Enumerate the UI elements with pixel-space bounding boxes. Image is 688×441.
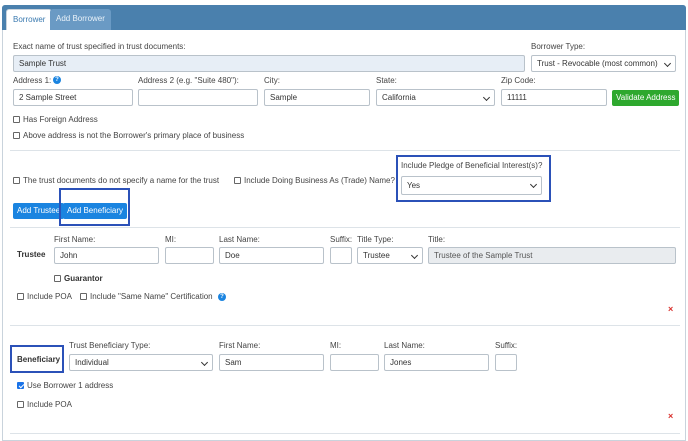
dba-label: Include Doing Business As (Trade) Name?: [244, 176, 395, 185]
address-help-icon[interactable]: ?: [53, 76, 61, 84]
trustee-section-label: Trustee: [17, 250, 46, 259]
trustee-first-name-input[interactable]: John: [54, 247, 159, 264]
borrower-type-select[interactable]: Trust - Revocable (most common): [531, 55, 676, 72]
beneficiary-type-select[interactable]: Individual: [69, 354, 213, 371]
beneficiary-suffix-input[interactable]: [495, 354, 517, 371]
same-name-checkbox[interactable]: [80, 293, 87, 300]
beneficiary-first-name-input[interactable]: Sam: [219, 354, 324, 371]
foreign-address-checkbox[interactable]: [13, 116, 20, 123]
validate-address-button[interactable]: Validate Address: [612, 90, 680, 106]
guarantor-checkbox[interactable]: [54, 275, 61, 282]
dba-checkbox[interactable]: [234, 177, 241, 184]
remove-trustee-icon[interactable]: ×: [668, 304, 673, 314]
beneficiary-first-name-label: First Name:: [219, 341, 261, 350]
trustee-mi-input[interactable]: [165, 247, 214, 264]
use-borrower-address-checkbox[interactable]: [17, 382, 24, 389]
divider: [10, 150, 680, 151]
state-label: State:: [376, 76, 397, 85]
same-name-help-icon[interactable]: ?: [218, 293, 226, 301]
beneficiary-last-name-label: Last Name:: [384, 341, 425, 350]
remove-beneficiary-icon[interactable]: ×: [668, 411, 673, 421]
address2-input[interactable]: [138, 89, 258, 106]
trustee-mi-label: MI:: [165, 235, 177, 244]
address2-label: Address 2 (e.g. "Suite 480"):: [138, 76, 239, 85]
tab-borrower[interactable]: Borrower: [6, 9, 53, 30]
pledge-label: Include Pledge of Beneficial Interest(s)…: [401, 161, 543, 170]
divider: [10, 325, 680, 326]
add-trustee-button[interactable]: Add Trustee: [13, 203, 65, 219]
trustee-title-input[interactable]: Trustee of the Sample Trust: [428, 247, 676, 264]
divider: [10, 227, 680, 228]
trustee-title-label: Title:: [428, 235, 446, 244]
trustee-first-name-label: First Name:: [54, 235, 96, 244]
beneficiary-suffix-label: Suffix:: [495, 341, 518, 350]
trustee-poa-checkbox[interactable]: [17, 293, 24, 300]
trust-name-label: Exact name of trust specified in trust d…: [13, 42, 186, 51]
divider: [10, 433, 680, 434]
trustee-poa-label: Include POA: [27, 292, 72, 301]
trustee-title-type-label: Title Type:: [357, 235, 394, 244]
beneficiary-mi-label: MI:: [330, 341, 342, 350]
beneficiary-mi-input[interactable]: [330, 354, 379, 371]
borrower-type-label: Borrower Type:: [531, 42, 586, 51]
address1-label: Address 1:: [13, 76, 52, 85]
address1-input[interactable]: 2 Sample Street: [13, 89, 133, 106]
pledge-select[interactable]: Yes: [401, 176, 542, 195]
city-label: City:: [264, 76, 280, 85]
same-name-label: Include "Same Name" Certification: [90, 292, 213, 301]
zip-input[interactable]: 11111: [501, 89, 607, 106]
city-input[interactable]: Sample: [264, 89, 370, 106]
trustee-suffix-label: Suffix:: [330, 235, 353, 244]
trustee-last-name-input[interactable]: Doe: [219, 247, 324, 264]
zip-label: Zip Code:: [501, 76, 536, 85]
not-primary-label: Above address is not the Borrower's prim…: [23, 131, 245, 140]
guarantor-label: Guarantor: [64, 274, 103, 283]
beneficiary-section-label: Beneficiary: [17, 355, 61, 364]
tab-add-borrower[interactable]: Add Borrower: [50, 9, 111, 30]
use-borrower-address-label: Use Borrower 1 address: [27, 381, 114, 390]
no-trust-name-label: The trust documents do not specify a nam…: [23, 176, 220, 185]
trustee-last-name-label: Last Name:: [219, 235, 260, 244]
beneficiary-type-label: Trust Beneficiary Type:: [69, 341, 151, 350]
beneficiary-poa-checkbox[interactable]: [17, 401, 24, 408]
trustee-title-type-select[interactable]: Trustee: [357, 247, 423, 264]
add-beneficiary-button[interactable]: Add Beneficiary: [63, 203, 128, 219]
no-trust-name-checkbox[interactable]: [13, 177, 20, 184]
state-select[interactable]: California: [376, 89, 495, 106]
not-primary-checkbox[interactable]: [13, 132, 20, 139]
beneficiary-poa-label: Include POA: [27, 400, 72, 409]
trust-name-input[interactable]: Sample Trust: [13, 55, 525, 72]
beneficiary-last-name-input[interactable]: Jones: [384, 354, 489, 371]
foreign-address-label: Has Foreign Address: [23, 115, 98, 124]
trustee-suffix-input[interactable]: [330, 247, 352, 264]
